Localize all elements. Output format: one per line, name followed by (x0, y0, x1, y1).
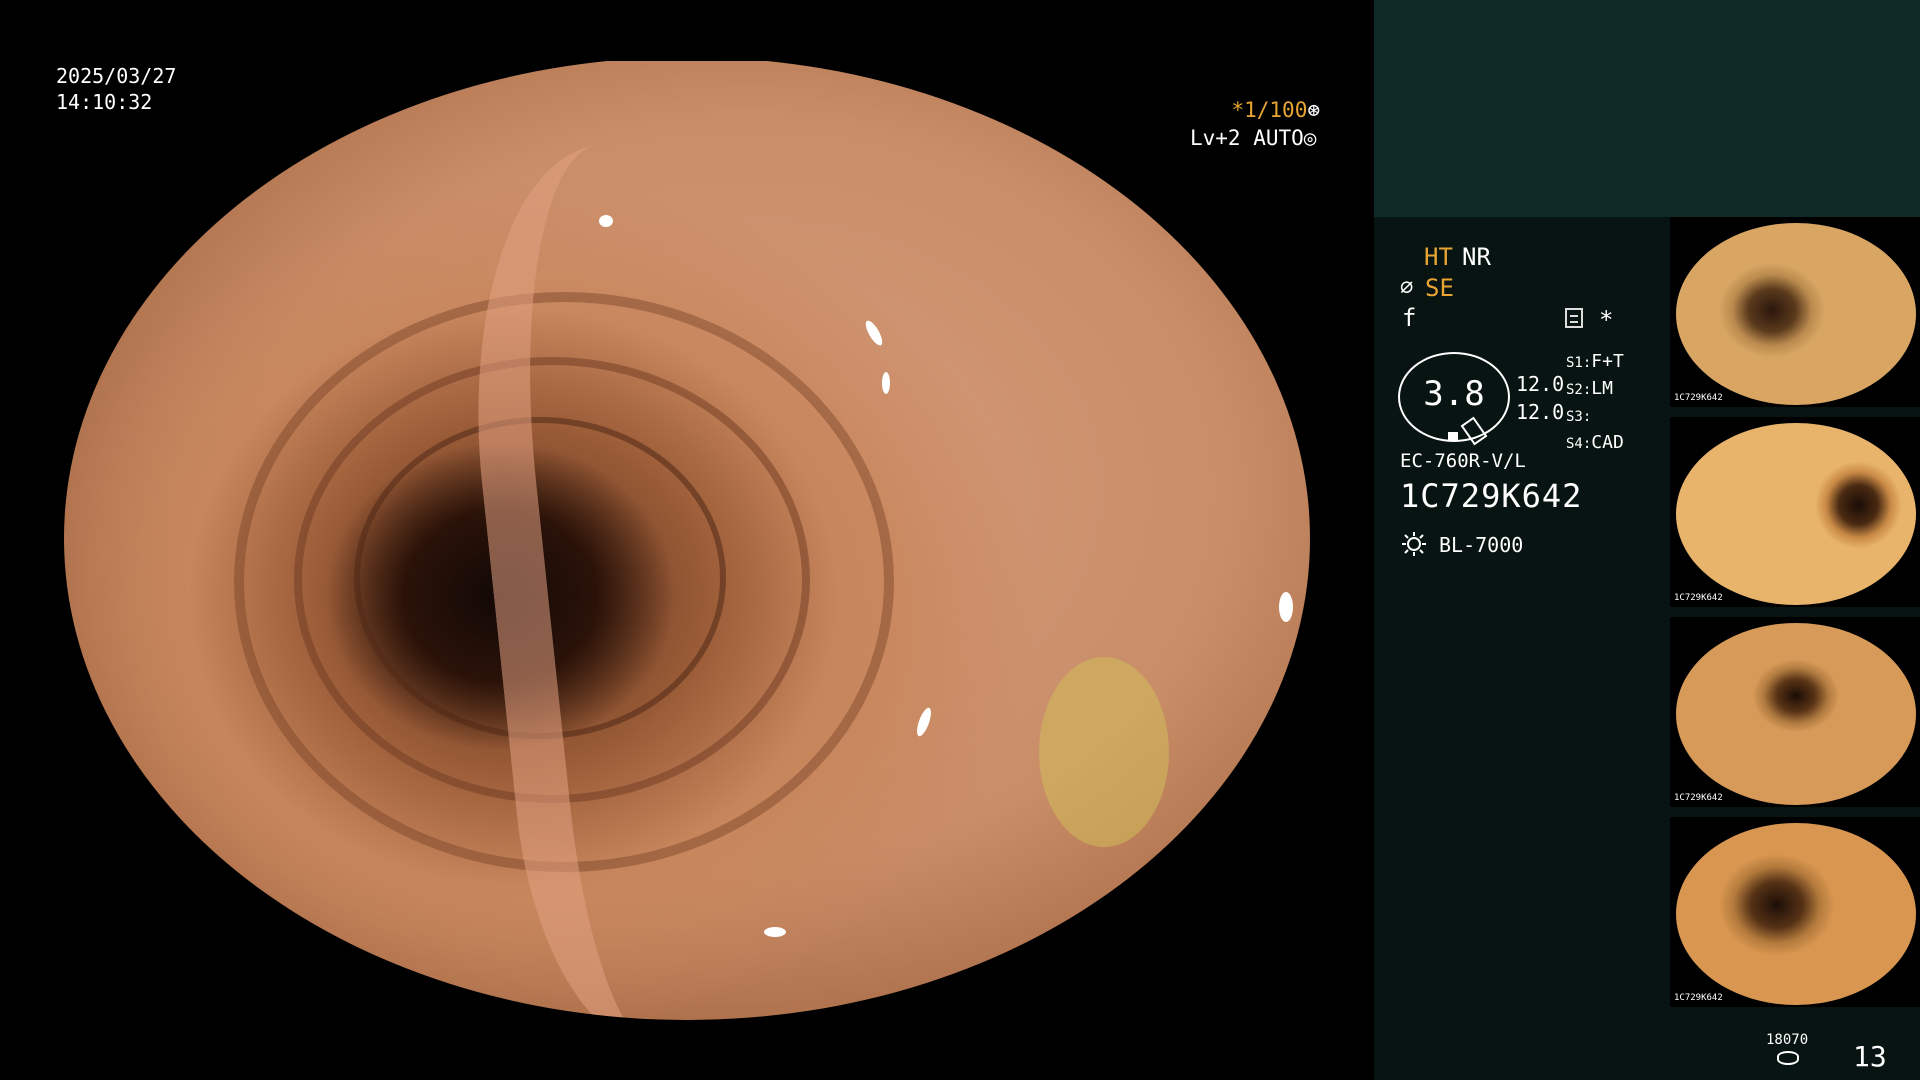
fold-ridge (448, 117, 954, 1020)
nr-indicator: NR (1462, 243, 1491, 271)
reflection (599, 215, 613, 227)
gauge-value-b: 12.0 (1516, 400, 1565, 424)
switch-slot: S4:CAD (1566, 432, 1624, 453)
switch-slot: S2:LM (1566, 378, 1613, 399)
captured-thumbnail[interactable]: 1C729K642 (1670, 617, 1920, 807)
structure-enhance-icon: ⌀ (1400, 275, 1414, 300)
endoscope-view (64, 61, 1310, 1020)
aperture-icon: ⊛ (1307, 98, 1320, 122)
reflection (764, 927, 786, 937)
switch-slot: S1:F+T (1566, 351, 1624, 372)
captured-thumbnail[interactable]: 1C729K642 (1670, 417, 1920, 607)
thumbnail-label: 1C729K642 (1674, 593, 1723, 603)
switch-slot: S3: (1566, 409, 1592, 425)
settings-icon (1565, 308, 1583, 328)
shutter-speed-value: *1/100 (1231, 98, 1308, 122)
thumbnail-image (1676, 223, 1916, 405)
scope-gauge: 3.8 (1398, 352, 1510, 446)
thumbnail-label: 1C729K642 (1674, 993, 1723, 1003)
scope-serial: 1C729K642 (1400, 477, 1583, 515)
switch-assignments: S1:F+T S2:LM S3: S4:CAD (1566, 349, 1624, 457)
thumbnail-image (1676, 423, 1916, 605)
shutter-speed: *1/100⊛ (1190, 98, 1320, 122)
ht-indicator: HT (1424, 243, 1453, 271)
reflection (294, 932, 312, 940)
reflection (862, 318, 886, 348)
capture-date: 2025/03/27 (56, 64, 177, 88)
captured-thumbnail[interactable]: 1C729K642 (1670, 817, 1920, 1007)
filter-icon: f (1402, 304, 1417, 332)
light-source-icon (1402, 532, 1426, 556)
gauge-marker (1448, 432, 1458, 440)
thumbnail-image (1676, 823, 1916, 1005)
reflection (882, 372, 890, 394)
reflection (914, 706, 934, 738)
auto-iris-icon: ◎ (1303, 126, 1317, 150)
capture-time: 14:10:32 (56, 90, 153, 114)
thumbnail-label: 1C729K642 (1674, 393, 1723, 403)
storage-capacity: 18070 (1766, 1032, 1809, 1048)
bile-patch (1039, 657, 1169, 847)
reflection (1279, 592, 1293, 622)
se-indicator: SE (1425, 274, 1454, 302)
star-icon: * (1599, 306, 1614, 334)
image-count: 13 (1853, 1040, 1887, 1073)
capture-datetime: 2025/03/27 14:10:32 (56, 63, 176, 115)
thumbnail-label: 1C729K642 (1674, 793, 1723, 803)
patient-info-panel (1374, 0, 1920, 217)
light-source-model: BL-7000 (1439, 533, 1524, 557)
storage-icon (1777, 1051, 1799, 1065)
gauge-value-a: 12.0 (1516, 372, 1565, 396)
gauge-value: 3.8 (1423, 374, 1485, 414)
brightness-level-value: Lv+2 AUTO (1190, 126, 1304, 150)
scope-model: EC-760R-V/L (1400, 450, 1526, 472)
thumbnail-image (1676, 623, 1916, 805)
brightness-level: Lv+2 AUTO◎ (1190, 126, 1316, 150)
captured-thumbnail[interactable]: 1C729K642 (1670, 217, 1920, 407)
reflection (444, 61, 472, 65)
